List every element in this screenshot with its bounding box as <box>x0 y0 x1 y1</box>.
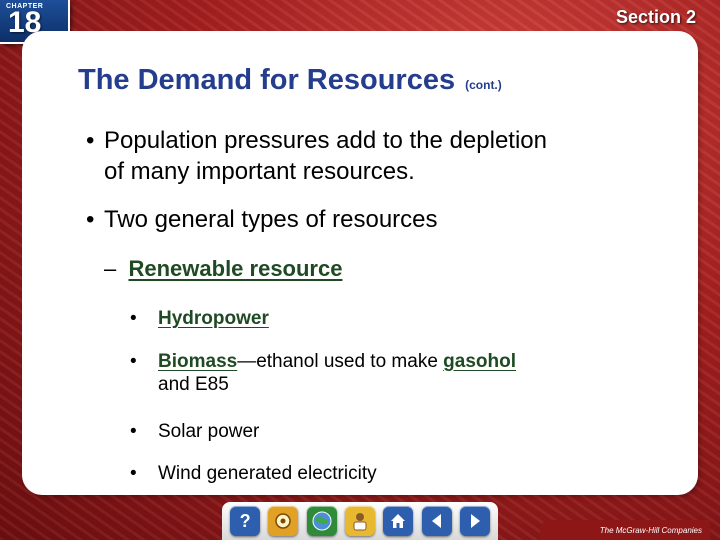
next-button[interactable] <box>459 506 490 536</box>
question-icon: ? <box>239 510 251 531</box>
bullet-types: • Two general types of resources <box>86 204 438 235</box>
term-hydropower[interactable]: Hydropower <box>158 308 269 329</box>
help-button[interactable]: ? <box>230 506 261 536</box>
web-button[interactable] <box>306 506 337 536</box>
biomass-text: —ethanol used to make <box>237 351 444 372</box>
navigation-bar: ? <box>222 502 498 540</box>
slide-title: The Demand for Resources (cont.) <box>78 64 502 97</box>
bullet-dot: • <box>86 127 95 154</box>
bullet-dot: • <box>86 206 95 233</box>
slide-title-text: The Demand for Resources <box>78 64 456 96</box>
term-biomass[interactable]: Biomass <box>158 351 237 372</box>
bullet-dot: • <box>130 421 137 442</box>
term-renewable-resource[interactable]: Renewable resource <box>128 256 342 281</box>
bullet-text: Population pressures add to the depletio… <box>104 127 547 154</box>
resource-icon <box>275 513 292 529</box>
globe-icon <box>312 511 332 531</box>
teacher-icon <box>353 513 367 531</box>
list-item-wind: • Wind generated electricity <box>130 462 377 485</box>
resources-button[interactable] <box>268 506 299 536</box>
bullet-dot: • <box>130 308 137 329</box>
list-item-biomass: • Biomass—ethanol used to make gasohol an… <box>130 350 516 396</box>
term-gasohol[interactable]: gasohol <box>443 351 516 372</box>
dash: – <box>104 256 117 281</box>
previous-button[interactable] <box>421 506 452 536</box>
arrow-left-icon <box>431 514 441 528</box>
wind-text: Wind generated electricity <box>158 463 377 484</box>
home-icon <box>391 514 406 528</box>
home-button[interactable] <box>383 506 414 536</box>
publisher-logo: The McGraw-Hill Companies <box>540 520 710 540</box>
subheading-renewable: – Renewable resource <box>104 255 342 283</box>
bullet-dot: • <box>130 351 137 372</box>
biomass-text-continued: and E85 <box>158 374 229 395</box>
bullet-text: Two general types of resources <box>104 206 438 233</box>
bullet-text-continued: of many important resources. <box>104 158 415 185</box>
list-item-solar: • Solar power <box>130 420 259 443</box>
solar-text: Solar power <box>158 421 260 442</box>
bullet-dot: • <box>130 463 137 484</box>
teacher-button[interactable] <box>344 506 375 536</box>
slide-title-suffix: (cont.) <box>465 78 502 92</box>
bullet-population: • Population pressures add to the depleti… <box>86 125 547 187</box>
section-label: Section 2 <box>615 7 696 27</box>
arrow-right-icon <box>470 514 480 528</box>
list-item-hydropower: • Hydropower <box>130 307 269 330</box>
